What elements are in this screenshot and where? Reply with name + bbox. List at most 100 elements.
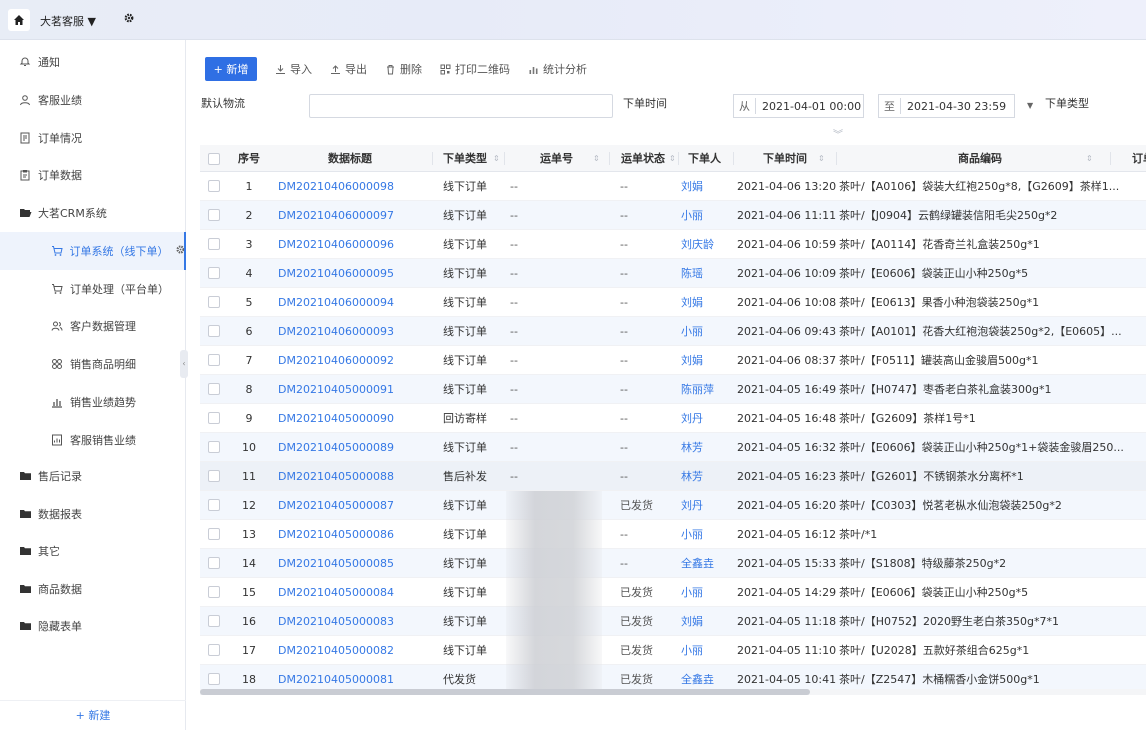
sort-icon[interactable]: ⇕: [669, 145, 676, 172]
cell-title[interactable]: DM20210406000096: [278, 230, 428, 259]
date-from-field[interactable]: 从 2021-04-01 00:00: [733, 94, 864, 118]
gear-icon[interactable]: [175, 244, 186, 258]
table-row[interactable]: 2 DM20210406000097 线下订单 -- -- 小丽 2021-04-06 11…: [200, 201, 1146, 230]
row-checkbox[interactable]: [208, 615, 220, 627]
row-checkbox[interactable]: [208, 412, 220, 424]
row-checkbox[interactable]: [208, 180, 220, 192]
sidebar-collapse-handle[interactable]: ‹: [180, 350, 188, 378]
cell-title[interactable]: DM20210405000089: [278, 433, 428, 462]
sidebar-item[interactable]: 商品数据: [0, 570, 186, 608]
date-to-field[interactable]: 至 2021-04-30 23:59: [878, 94, 1015, 118]
cell-title[interactable]: DM20210405000085: [278, 549, 428, 578]
sort-icon[interactable]: ⇕: [1086, 145, 1093, 172]
row-checkbox[interactable]: [208, 644, 220, 656]
row-checkbox[interactable]: [208, 528, 220, 540]
row-checkbox[interactable]: [208, 267, 220, 279]
table-row[interactable]: 10 DM20210405000089 线下订单 -- -- 林芳 2021-04-05 1…: [200, 433, 1146, 462]
sidebar-item[interactable]: 销售商品明细: [0, 345, 186, 383]
table-row[interactable]: 7 DM20210406000092 线下订单 -- -- 刘娟 2021-04-06 08…: [200, 346, 1146, 375]
cell-title[interactable]: DM20210406000095: [278, 259, 428, 288]
row-checkbox[interactable]: [208, 499, 220, 511]
cell-title[interactable]: DM20210406000094: [278, 288, 428, 317]
order-type-dropdown-icon[interactable]: ▼: [1027, 94, 1039, 118]
table-row[interactable]: 4 DM20210406000095 线下订单 -- -- 陈瑶 2021-04-06 10…: [200, 259, 1146, 288]
cell-buyer[interactable]: 刘娟: [681, 607, 731, 636]
table-row[interactable]: 5 DM20210406000094 线下订单 -- -- 刘娟 2021-04-06 10…: [200, 288, 1146, 317]
sidebar-item[interactable]: 订单数据: [0, 156, 186, 194]
row-checkbox[interactable]: [208, 383, 220, 395]
cell-title[interactable]: DM20210405000083: [278, 607, 428, 636]
cell-title[interactable]: DM20210406000098: [278, 172, 428, 201]
cell-title[interactable]: DM20210406000093: [278, 317, 428, 346]
expand-filters-icon[interactable]: ︾: [833, 126, 843, 141]
sidebar-item[interactable]: 订单情况: [0, 119, 186, 157]
cell-title[interactable]: DM20210406000097: [278, 201, 428, 230]
cell-buyer[interactable]: 小丽: [681, 636, 731, 665]
table-row[interactable]: 6 DM20210406000093 线下订单 -- -- 小丽 2021-04-06 09…: [200, 317, 1146, 346]
cell-title[interactable]: DM20210405000082: [278, 636, 428, 665]
row-checkbox[interactable]: [208, 209, 220, 221]
row-checkbox[interactable]: [208, 238, 220, 250]
col-waybill-status[interactable]: 运单状态: [621, 145, 665, 172]
cell-buyer[interactable]: 刘丹: [681, 404, 731, 433]
cell-buyer[interactable]: 林芳: [681, 433, 731, 462]
row-checkbox[interactable]: [208, 296, 220, 308]
cell-buyer[interactable]: 刘娟: [681, 172, 731, 201]
table-row[interactable]: 1 DM20210406000098 线下订单 -- -- 刘娟 2021-04-06 13…: [200, 172, 1146, 201]
table-row[interactable]: 15 DM20210405000084 线下订单 已发货 小丽 2021-04-05 14…: [200, 578, 1146, 607]
cell-buyer[interactable]: 陈丽萍: [681, 375, 731, 404]
col-waybill[interactable]: 运单号: [540, 145, 573, 172]
row-checkbox[interactable]: [208, 557, 220, 569]
table-row[interactable]: 3 DM20210406000096 线下订单 -- -- 刘庆龄 2021-04-06 1…: [200, 230, 1146, 259]
sidebar-item[interactable]: 客户数据管理: [0, 307, 186, 345]
sort-icon[interactable]: ⇕: [593, 145, 600, 172]
row-checkbox[interactable]: [208, 354, 220, 366]
table-row[interactable]: 12 DM20210405000087 线下订单 已发货 刘丹 2021-04-05 16…: [200, 491, 1146, 520]
cell-buyer[interactable]: 刘娟: [681, 288, 731, 317]
cell-title[interactable]: DM20210405000088: [278, 462, 428, 491]
col-order-time[interactable]: 下单时间: [763, 145, 807, 172]
export-button[interactable]: 导出: [330, 61, 367, 77]
sidebar-item[interactable]: 隐藏表单: [0, 607, 186, 645]
add-button[interactable]: + 新增: [205, 57, 257, 81]
sidebar-item[interactable]: 订单系统（线下单）: [0, 232, 186, 270]
cell-buyer[interactable]: 林芳: [681, 462, 731, 491]
cell-buyer[interactable]: 刘丹: [681, 491, 731, 520]
col-goods-code[interactable]: 商品编码: [958, 145, 1002, 172]
cell-buyer[interactable]: 小丽: [681, 317, 731, 346]
cell-buyer[interactable]: 小丽: [681, 520, 731, 549]
cell-buyer[interactable]: 陈瑶: [681, 259, 731, 288]
sidebar-item[interactable]: 售后记录: [0, 457, 186, 495]
table-row[interactable]: 9 DM20210405000090 回访寄样 -- -- 刘丹 2021-04-05 16…: [200, 404, 1146, 433]
logistics-filter-input[interactable]: [309, 94, 613, 118]
cell-title[interactable]: DM20210405000084: [278, 578, 428, 607]
table-row[interactable]: 8 DM20210405000091 线下订单 -- -- 陈丽萍 2021-04-05 1…: [200, 375, 1146, 404]
row-checkbox[interactable]: [208, 586, 220, 598]
row-checkbox[interactable]: [208, 673, 220, 685]
col-title[interactable]: 数据标题: [270, 145, 430, 172]
gear-icon[interactable]: [123, 12, 135, 24]
statistics-button[interactable]: 统计分析: [528, 61, 587, 77]
table-row[interactable]: 13 DM20210405000086 线下订单 -- 小丽 2021-04-05 16:…: [200, 520, 1146, 549]
sort-icon[interactable]: ⇕: [493, 145, 500, 172]
sidebar-item[interactable]: 销售业绩趋势: [0, 383, 186, 421]
cell-buyer[interactable]: 刘庆龄: [681, 230, 731, 259]
table-row[interactable]: 14 DM20210405000085 线下订单 -- 全鑫垚 2021-04-05 15…: [200, 549, 1146, 578]
sidebar-item[interactable]: 大茗CRM系统: [0, 194, 186, 232]
cell-title[interactable]: DM20210405000087: [278, 491, 428, 520]
row-checkbox[interactable]: [208, 441, 220, 453]
cell-title[interactable]: DM20210405000086: [278, 520, 428, 549]
sort-icon[interactable]: ⇕: [818, 145, 825, 172]
sidebar-item[interactable]: 客服业绩: [0, 81, 186, 119]
sidebar-item[interactable]: 数据报表: [0, 495, 186, 533]
table-row[interactable]: 16 DM20210405000083 线下订单 已发货 刘娟 2021-04-05 11…: [200, 607, 1146, 636]
table-row[interactable]: 11 DM20210405000088 售后补发 -- -- 林芳 2021-04-05 1…: [200, 462, 1146, 491]
table-row[interactable]: 17 DM20210405000082 线下订单 已发货 小丽 2021-04-05 11…: [200, 636, 1146, 665]
sidebar-item[interactable]: 其它: [0, 532, 186, 570]
app-switcher[interactable]: 大茗客服 ▼: [40, 13, 96, 29]
sidebar-add-button[interactable]: + 新建: [0, 700, 186, 730]
home-icon[interactable]: [8, 9, 30, 31]
print-qr-button[interactable]: 打印二维码: [440, 61, 510, 77]
cell-buyer[interactable]: 刘娟: [681, 346, 731, 375]
horizontal-scrollbar[interactable]: [200, 689, 1146, 695]
